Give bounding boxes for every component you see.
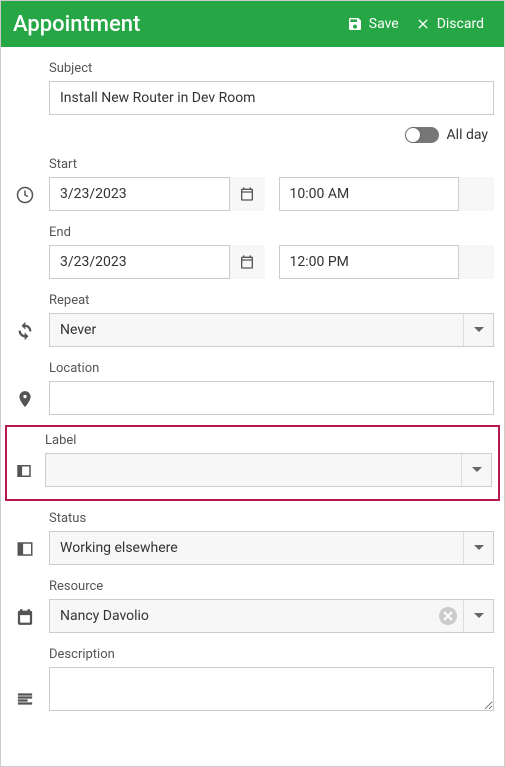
allday-toggle[interactable] [405, 127, 439, 143]
subject-label: Subject [49, 61, 494, 76]
label-field-highlight: Label [5, 425, 500, 501]
subject-input[interactable] [49, 81, 494, 115]
save-button[interactable]: Save [339, 10, 407, 38]
label-field-label: Label [45, 433, 492, 448]
toggle-knob [406, 128, 420, 142]
repeat-icon [16, 322, 34, 340]
discard-button-label: Discard [437, 16, 484, 32]
status-select[interactable]: Working elsewhere [49, 531, 494, 565]
end-label: End [49, 225, 494, 240]
dialog-title: Appointment [13, 12, 339, 37]
chevron-down-icon [463, 314, 493, 346]
clear-icon [443, 611, 453, 621]
resource-icon [16, 608, 34, 626]
appointment-dialog: Appointment Save Discard Subject All day… [0, 0, 505, 767]
start-label: Start [49, 157, 494, 172]
label-select[interactable] [45, 453, 492, 487]
chevron-down-icon [463, 532, 493, 564]
status-value: Working elsewhere [60, 540, 178, 556]
calendar-icon [239, 186, 255, 202]
chevron-down-icon [461, 454, 491, 486]
calendar-icon [239, 254, 255, 270]
clock-icon [469, 186, 485, 202]
description-label: Description [49, 647, 494, 662]
label-icon [15, 462, 33, 480]
start-time-field [279, 177, 495, 211]
clock-icon [469, 254, 485, 270]
chevron-down-icon [463, 600, 493, 632]
close-icon [415, 16, 431, 32]
end-time-picker-button[interactable] [458, 245, 494, 279]
resource-label: Resource [49, 579, 494, 594]
location-input[interactable] [49, 381, 494, 415]
resource-select[interactable]: Nancy Davolio [49, 599, 494, 633]
allday-row: All day [11, 127, 494, 143]
clear-resource-button[interactable] [439, 607, 457, 625]
repeat-label: Repeat [49, 293, 494, 308]
save-icon [347, 16, 363, 32]
status-label: Status [49, 511, 494, 526]
start-date-picker-button[interactable] [229, 177, 265, 211]
location-icon [16, 390, 34, 408]
start-time-picker-button[interactable] [458, 177, 494, 211]
dialog-header: Appointment Save Discard [1, 1, 504, 47]
end-date-field [49, 245, 265, 279]
end-time-field [279, 245, 495, 279]
status-icon [16, 540, 34, 558]
repeat-select[interactable]: Never [49, 313, 494, 347]
description-input[interactable] [49, 667, 494, 711]
location-label: Location [49, 361, 494, 376]
resource-value: Nancy Davolio [60, 608, 149, 624]
save-button-label: Save [369, 16, 399, 32]
discard-button[interactable]: Discard [407, 10, 492, 38]
end-date-picker-button[interactable] [229, 245, 265, 279]
dialog-body: Subject All day Start [1, 47, 504, 766]
subject-field-group: Subject [49, 61, 494, 115]
allday-label: All day [447, 127, 488, 143]
clock-icon [16, 186, 34, 204]
start-date-field [49, 177, 265, 211]
description-icon [16, 690, 34, 708]
repeat-value: Never [60, 322, 96, 338]
